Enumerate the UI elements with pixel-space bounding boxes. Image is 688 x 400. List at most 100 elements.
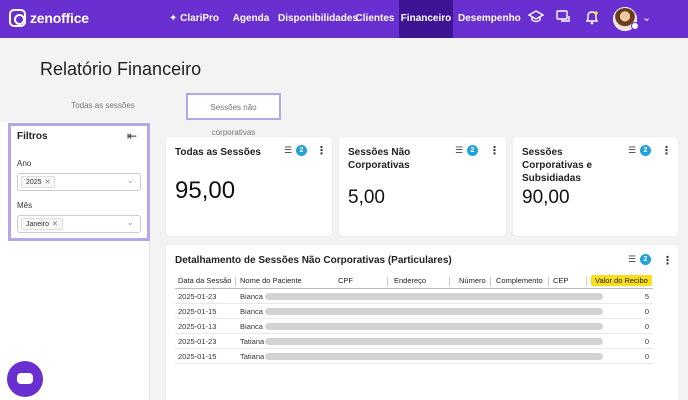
redacted-bar — [265, 308, 603, 315]
table-filter[interactable]: ☰ 2 — [627, 254, 651, 265]
chevron-down-icon: ⌄ — [126, 175, 134, 185]
nav-claripro[interactable]: ✦ ClariPro — [168, 0, 220, 38]
remove-year-icon[interactable]: ✕ — [45, 179, 51, 186]
kpi-card-all-sessions: Todas as Sessões ☰ 2 ⋮ 95,00 — [166, 137, 332, 236]
filter-count-badge: 2 — [296, 145, 307, 156]
redacted-bar — [265, 293, 603, 300]
cell-receipt-value: 5 — [644, 292, 649, 301]
column-divider — [449, 277, 450, 286]
filter-icon: ☰ — [283, 145, 293, 155]
graduation-cap-icon[interactable] — [527, 10, 545, 28]
cell-patient: Tatiana — [240, 352, 265, 361]
year-label: Ano — [17, 159, 32, 168]
card-value: 95,00 — [175, 177, 236, 204]
card-filter[interactable]: ☰ 2 — [283, 145, 307, 156]
redacted-bar — [265, 323, 603, 330]
card-title: Sessões Corporativas e Subsidiadas — [522, 147, 593, 184]
filter-icon: ☰ — [454, 145, 464, 155]
column-header-cpf[interactable]: CPF — [338, 276, 353, 285]
filter-count-badge: 2 — [467, 145, 478, 156]
cell-date: 2025-01-23 — [178, 337, 217, 346]
page-title: Relatório Financeiro — [40, 59, 202, 79]
card-filter[interactable]: ☰ 2 — [454, 145, 478, 156]
column-header-address[interactable]: Endereço — [394, 276, 426, 285]
column-header-receipt-value[interactable]: Valor do Recibo — [591, 275, 652, 286]
brand-name: zenoffice — [30, 10, 89, 26]
chat-icon[interactable] — [555, 10, 573, 28]
card-title: Todas as Sessões — [175, 147, 261, 158]
nav-clientes[interactable]: Clientes — [354, 0, 396, 38]
more-options-icon[interactable]: ⋮ — [661, 144, 672, 157]
column-divider — [235, 277, 236, 286]
remove-month-icon[interactable]: ✕ — [52, 221, 58, 228]
column-header-date[interactable]: Data da Sessão — [178, 276, 231, 285]
tab-all-sessions[interactable]: Todas as sessões — [70, 101, 136, 110]
nav-financeiro[interactable]: Financeiro — [399, 0, 453, 38]
column-divider — [548, 277, 549, 286]
cell-receipt-value: 0 — [644, 352, 649, 361]
chevron-down-icon: ⌄ — [126, 217, 134, 227]
brand-logo[interactable]: zenoffice — [9, 9, 89, 27]
more-options-icon[interactable]: ⋮ — [316, 144, 327, 157]
column-header-patient[interactable]: Nome do Paciente — [240, 276, 302, 285]
column-header-complement[interactable]: Complemento — [496, 276, 543, 285]
table-row[interactable]: 2025-01-13 Bianca 0 — [175, 319, 653, 334]
filter-count-badge: 2 — [640, 145, 651, 156]
cell-patient: Bianca — [240, 292, 263, 301]
cell-date: 2025-01-23 — [178, 292, 217, 301]
cell-receipt-value: 0 — [644, 307, 649, 316]
card-filter[interactable]: ☰ 2 — [627, 145, 651, 156]
column-divider — [586, 277, 587, 286]
filter-icon: ☰ — [627, 254, 637, 264]
column-divider — [490, 277, 491, 286]
year-chip-label: 2025 — [26, 179, 42, 186]
sessions-table-card: Detalhamento de Sessões Não Corporativas… — [166, 245, 678, 400]
year-select[interactable]: 2025 ✕ ⌄ — [17, 173, 141, 191]
table-row[interactable]: 2025-01-15 Bianca 0 — [175, 304, 653, 319]
bell-icon[interactable] — [583, 10, 601, 28]
top-navbar: zenoffice ✦ ClariPro Agenda Disponibilid… — [0, 0, 688, 38]
redacted-bar — [265, 338, 603, 345]
month-select[interactable]: Janeiro ✕ ⌄ — [17, 215, 141, 233]
table-row[interactable]: 2025-01-23 Bianca 5 — [175, 289, 653, 304]
filters-title: Filtros — [17, 131, 48, 142]
year-chip: 2025 ✕ — [21, 176, 56, 188]
cell-receipt-value: 0 — [644, 322, 649, 331]
column-header-number[interactable]: Número — [459, 276, 486, 285]
table-row[interactable]: 2025-01-15 Tatiana 0 — [175, 349, 653, 364]
cell-date: 2025-01-13 — [178, 322, 217, 331]
kpi-card-non-corporate: Sessões Não Corporativas ☰ 2 ⋮ 5,00 — [339, 137, 506, 236]
filter-icon: ☰ — [627, 145, 637, 155]
cell-patient: Bianca — [240, 322, 263, 331]
month-chip-label: Janeiro — [26, 221, 49, 228]
collapse-sidebar-icon[interactable]: ⇤ — [127, 129, 137, 143]
cell-date: 2025-01-15 — [178, 307, 217, 316]
filters-panel: Filtros ⇤ Ano 2025 ✕ ⌄ Mês Janeiro ✕ ⌄ — [8, 123, 150, 241]
nav-disponibilidades[interactable]: Disponibilidades — [278, 0, 358, 38]
logo-icon — [9, 9, 26, 27]
column-header-cep[interactable]: CEP — [553, 276, 568, 285]
kpi-card-corporate: Sessões Corporativas e Subsidiadas ☰ 2 ⋮… — [513, 137, 678, 236]
chevron-down-icon[interactable]: ⌄ — [642, 11, 651, 24]
settings-badge-icon — [631, 22, 639, 30]
cell-patient: Bianca — [240, 307, 263, 316]
month-label: Mês — [17, 201, 33, 210]
cell-patient: Tatiana — [240, 337, 265, 346]
filter-count-badge: 2 — [640, 254, 651, 265]
card-title: Sessões Não Corporativas — [348, 147, 411, 171]
card-value: 90,00 — [522, 187, 570, 208]
table-row[interactable]: 2025-01-23 Tatiana 0 — [175, 334, 653, 349]
table-title: Detalhamento de Sessões Não Corporativas… — [175, 255, 452, 266]
tab-non-corporate-sessions[interactable]: Sessões não corporativas — [186, 93, 281, 137]
more-options-icon[interactable]: ⋮ — [662, 254, 673, 267]
month-chip: Janeiro ✕ — [21, 218, 63, 230]
nav-agenda[interactable]: Agenda — [231, 0, 271, 38]
cell-receipt-value: 0 — [644, 337, 649, 346]
redacted-bar — [265, 353, 603, 360]
chat-support-button[interactable] — [7, 361, 43, 397]
column-divider — [387, 277, 388, 286]
card-value: 5,00 — [348, 187, 385, 208]
nav-desempenho[interactable]: Desempenho — [458, 0, 521, 38]
cell-date: 2025-01-15 — [178, 352, 217, 361]
more-options-icon[interactable]: ⋮ — [489, 144, 500, 157]
